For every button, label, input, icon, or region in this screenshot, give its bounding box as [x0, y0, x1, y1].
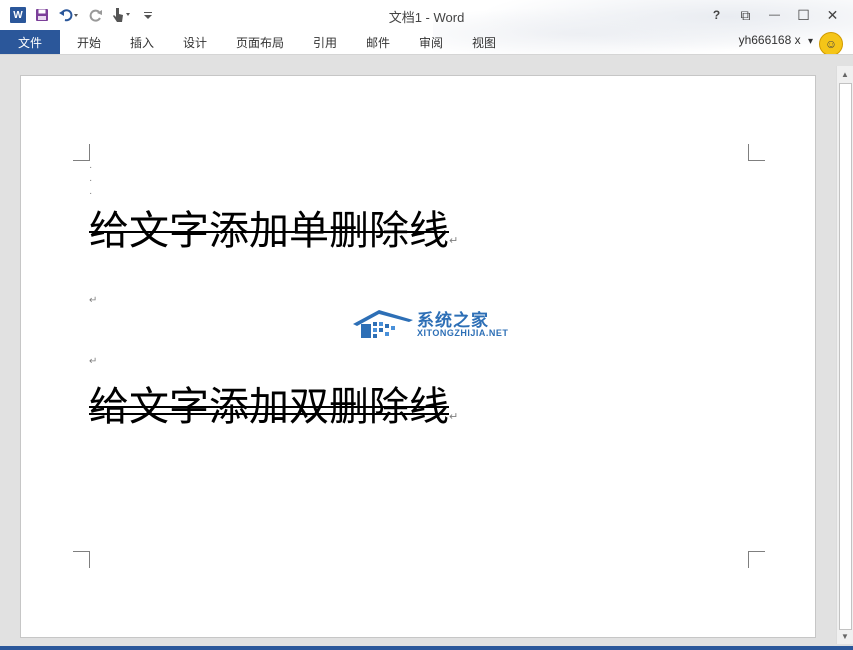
- scroll-up-icon[interactable]: ▲: [837, 66, 853, 82]
- tab-review[interactable]: 审阅: [419, 30, 443, 55]
- paragraph-mark: ↵: [449, 234, 459, 247]
- tab-file[interactable]: 文件: [0, 30, 60, 55]
- paragraph-mark: ↵: [89, 356, 98, 367]
- paragraph-mark: ↵: [449, 410, 459, 423]
- user-account[interactable]: yh666168 x ▾: [739, 33, 813, 47]
- double-strikethrough-text: 给文字添加双删除线: [89, 383, 449, 431]
- paragraph-mark: ·: [89, 188, 93, 199]
- ribbon-tabs: 文件 开始 插入 设计 页面布局 引用 邮件 审阅 视图: [0, 30, 853, 55]
- margin-corner-bottom-right: [748, 551, 765, 568]
- document-workspace: · · · 给文字添加单删除线↵ ↵ ↵ 给文字添加双删除线 ↵: [0, 55, 853, 646]
- minimize-button[interactable]: —: [760, 4, 789, 26]
- paragraph-mark: ·: [89, 175, 93, 186]
- tab-references[interactable]: 引用: [313, 30, 337, 55]
- window-controls: ? ⧉ — ☐ ✕: [702, 4, 847, 26]
- ribbon-display-options-button[interactable]: ⧉: [731, 4, 760, 26]
- heading-single-strikethrough[interactable]: 给文字添加单删除线↵: [89, 207, 458, 265]
- tab-design[interactable]: 设计: [183, 30, 207, 55]
- tab-home[interactable]: 开始: [77, 30, 101, 55]
- title-bar: W 文档1 - Word ? ⧉ — ☐ ✕: [0, 0, 853, 56]
- watermark-en: XITONGZHIJIA.NET: [417, 328, 509, 338]
- paragraph-mark: ·: [89, 162, 93, 173]
- scroll-down-icon[interactable]: ▼: [837, 628, 853, 644]
- scrollbar-thumb[interactable]: [839, 83, 852, 630]
- user-avatar-icon: ☺: [824, 37, 838, 51]
- watermark-logo: 系统之家 XITONGZHIJIA.NET: [351, 306, 531, 346]
- tab-page-layout[interactable]: 页面布局: [236, 30, 284, 55]
- user-name: yh666168 x: [738, 33, 801, 47]
- tab-insert[interactable]: 插入: [130, 30, 154, 55]
- house-logo-icon: [353, 310, 413, 338]
- tab-view[interactable]: 视图: [472, 30, 496, 55]
- paragraph-mark: ↵: [89, 295, 98, 306]
- margin-corner-bottom-left: [73, 551, 90, 568]
- status-bar: [0, 646, 853, 650]
- help-button[interactable]: ?: [702, 4, 731, 26]
- vertical-scrollbar[interactable]: ▲ ▼: [836, 66, 853, 644]
- document-page[interactable]: · · · 给文字添加单删除线↵ ↵ ↵ 给文字添加双删除线 ↵: [20, 75, 816, 638]
- chevron-down-icon: ▾: [807, 36, 813, 47]
- maximize-button[interactable]: ☐: [789, 4, 818, 26]
- single-strikethrough-text: 给文字添加单删除线: [89, 208, 449, 254]
- strikethrough-line-upper: [89, 406, 449, 408]
- strikethrough-line-lower: [89, 413, 449, 415]
- margin-corner-top-left: [73, 144, 90, 161]
- close-button[interactable]: ✕: [818, 4, 847, 26]
- margin-corner-top-right: [748, 144, 765, 161]
- tab-mailings[interactable]: 邮件: [366, 30, 390, 55]
- avatar[interactable]: ☺: [819, 32, 843, 56]
- heading-double-strikethrough[interactable]: 给文字添加双删除线 ↵: [89, 383, 458, 441]
